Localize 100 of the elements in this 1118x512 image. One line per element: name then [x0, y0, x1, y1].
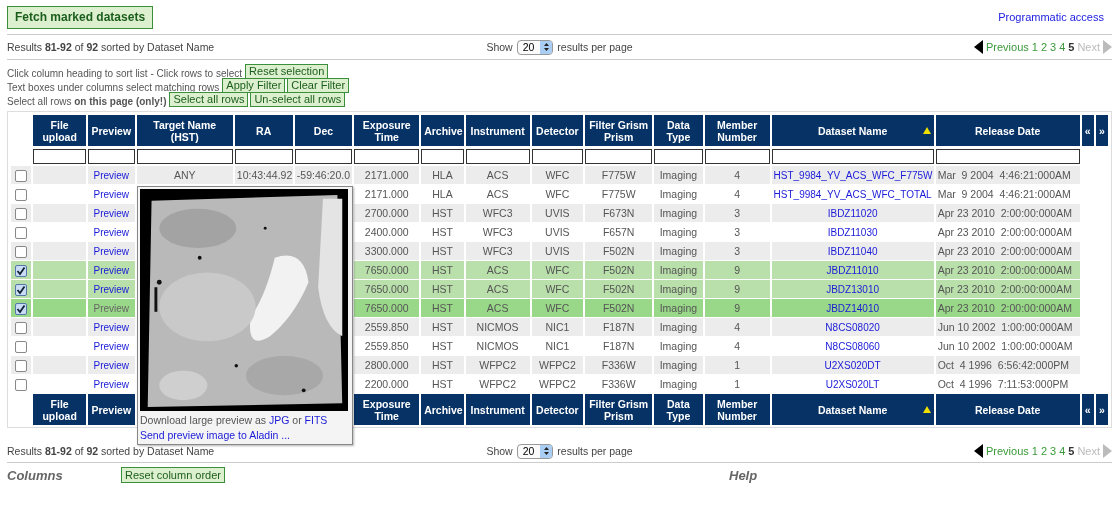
column-header[interactable]: Detector [531, 394, 584, 425]
table-cell: Jun 10 2002 1:00:00:000AM [937, 340, 1073, 352]
dataset-link[interactable]: IBDZ11020 [827, 208, 878, 219]
column-header[interactable]: Dataset Name [771, 115, 934, 146]
table-cell: F673N [602, 207, 635, 219]
table-cell: 2171.000 [364, 188, 409, 200]
column-header[interactable]: Instrument [465, 394, 530, 425]
send-to-aladin-link[interactable]: Send preview image to Aladin ... [140, 426, 352, 441]
scroll-columns-left-button[interactable]: « [1081, 115, 1094, 146]
table-cell: F775W [601, 188, 636, 200]
table-cell: Imaging [659, 169, 698, 181]
previous-link[interactable]: Previous [985, 41, 1029, 53]
column-header[interactable]: File upload [33, 115, 86, 146]
jpg-link[interactable]: JPG [269, 414, 290, 426]
table-cell: WFPC2 [539, 359, 576, 371]
page-link[interactable]: 5 [1068, 41, 1075, 53]
table-cell: HST [431, 340, 453, 352]
page-link[interactable]: 1 [1031, 41, 1038, 53]
table-cell: Oct 4 1996 7:11:53:000PM [937, 378, 1069, 390]
action-button[interactable]: Un-select all rows [250, 92, 346, 107]
table-cell: ACS [486, 188, 509, 200]
dataset-link[interactable]: IBDZ11040 [827, 246, 878, 257]
dataset-link[interactable]: HST_9984_YV_ACS_WFC_TOTAL [773, 189, 932, 200]
page-link[interactable]: 2 [1040, 41, 1047, 53]
column-header[interactable]: Archive [421, 115, 464, 146]
column-header[interactable]: Archive [421, 394, 464, 425]
dataset-link[interactable]: JBDZ11010 [826, 265, 879, 276]
columns-heading: Columns [7, 467, 64, 483]
column-header[interactable]: Preview [87, 394, 135, 425]
table-cell: -59:46:20.0 [296, 169, 350, 181]
column-header[interactable]: Release Date [935, 394, 1080, 425]
column-header[interactable]: Release Date [935, 115, 1080, 146]
table-cell: Imaging [659, 359, 698, 371]
column-header[interactable]: Member Number [704, 115, 770, 146]
table-cell: F502N [602, 283, 635, 295]
page-link[interactable]: 2 [1040, 445, 1047, 457]
table-cell: Imaging [659, 302, 698, 314]
table-cell: WFC3 [482, 245, 513, 257]
column-header[interactable]: Filter Grism Prism [585, 115, 653, 146]
table-cell: 7650.000 [364, 283, 409, 295]
table-cell: Imaging [659, 378, 698, 390]
preview-link[interactable]: Preview [93, 341, 130, 352]
column-header[interactable]: Target Name (HST) [136, 115, 233, 146]
table-cell: 2700.000 [364, 207, 409, 219]
page-link[interactable]: 1 [1031, 445, 1038, 457]
table-cell: 3300.000 [364, 245, 409, 257]
page-link[interactable]: 3 [1050, 41, 1057, 53]
table-cell: ANY [173, 169, 196, 181]
column-header[interactable]: Preview [87, 115, 135, 146]
page-link[interactable]: 4 [1059, 41, 1066, 53]
fits-link[interactable]: FITS [304, 414, 328, 426]
column-header[interactable]: Data Type [654, 394, 703, 425]
table-cell: HST [431, 207, 453, 219]
table-cell: F187N [602, 340, 635, 352]
dataset-link[interactable]: IBDZ11030 [827, 227, 878, 238]
dataset-link[interactable]: N8CS08060 [825, 341, 880, 352]
column-header[interactable]: Member Number [704, 394, 770, 425]
column-header[interactable]: Instrument [465, 115, 530, 146]
preview-link[interactable]: Preview [93, 379, 130, 390]
table-cell: NIC1 [545, 321, 570, 333]
column-header[interactable]: File upload [33, 394, 86, 425]
table-cell: NIC1 [545, 340, 570, 352]
table-cell: HST [431, 245, 453, 257]
column-header[interactable]: Exposure Time [354, 394, 420, 425]
column-header[interactable]: RA [234, 115, 293, 146]
fetch-datasets-button[interactable]: Fetch marked datasets [7, 5, 154, 29]
table-cell: WFPC2 [479, 378, 516, 390]
scroll-columns-left-button[interactable]: « [1081, 394, 1094, 425]
previous-link[interactable]: Previous [985, 445, 1029, 457]
programmatic-access-link[interactable]: Programmatic access [998, 11, 1104, 23]
column-header[interactable]: Detector [531, 115, 584, 146]
dataset-link[interactable]: JBDZ14010 [826, 303, 879, 314]
column-header[interactable]: Exposure Time [354, 115, 420, 146]
column-header[interactable]: Dec [294, 115, 353, 146]
scroll-columns-right-button[interactable]: » [1095, 115, 1108, 146]
table-cell: NICMOS [476, 321, 519, 333]
per-page-select[interactable]: 20 [516, 39, 554, 55]
table-cell: Mar 9 2004 4:46:21:000AM [937, 169, 1071, 181]
table-cell: Imaging [659, 321, 698, 333]
preview-link[interactable]: Preview [93, 227, 130, 238]
table-cell: HST [431, 264, 453, 276]
page-link[interactable]: 4 [1059, 445, 1066, 457]
action-button[interactable]: Select all rows [169, 92, 249, 107]
reset-column-order-button[interactable]: Reset column order [121, 467, 225, 483]
page-link[interactable]: 3 [1050, 445, 1057, 457]
show-label: Show [486, 445, 513, 457]
column-header[interactable]: Filter Grism Prism [585, 394, 653, 425]
per-page-select[interactable]: 20 [516, 443, 554, 459]
column-header[interactable]: Dataset Name [771, 394, 934, 425]
table-cell: F657N [602, 226, 635, 238]
table-cell: Apr 23 2010 2:00:00:000AM [937, 245, 1072, 257]
column-header[interactable]: Data Type [654, 115, 703, 146]
dataset-link[interactable]: JBDZ13010 [826, 284, 879, 295]
table-cell: HST [431, 283, 453, 295]
scroll-columns-right-button[interactable]: » [1095, 394, 1108, 425]
table-cell: 9 [734, 302, 741, 314]
preview-link[interactable]: Preview [93, 189, 130, 200]
page-link[interactable]: 5 [1068, 445, 1075, 457]
dataset-link[interactable]: U2XS020LT [825, 379, 880, 390]
table-cell: Apr 23 2010 2:00:00:000AM [937, 226, 1072, 238]
